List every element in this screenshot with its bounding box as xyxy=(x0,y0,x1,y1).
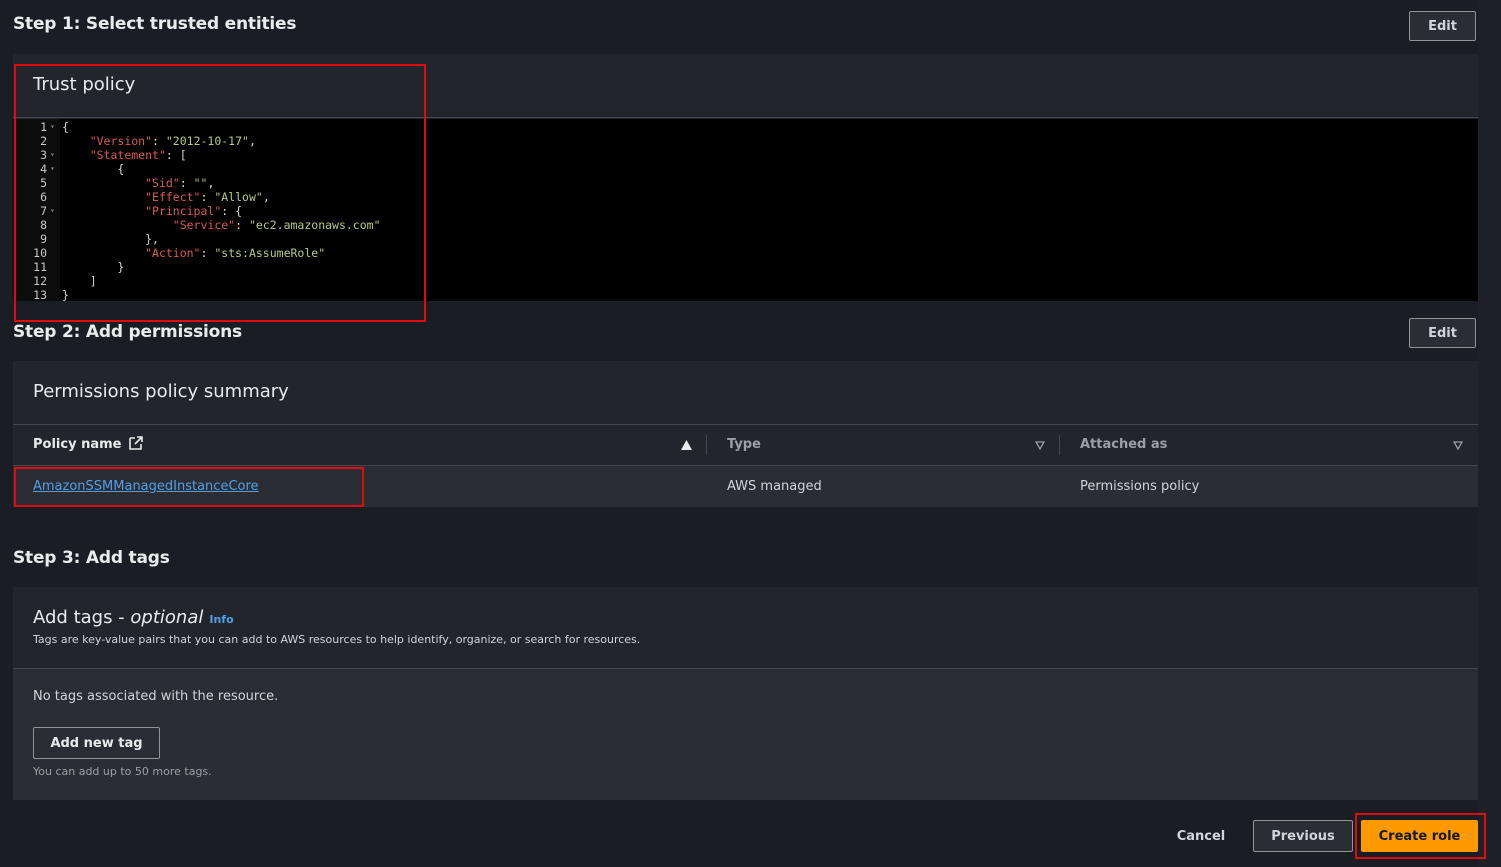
no-tags-message: No tags associated with the resource. xyxy=(33,689,279,704)
add-tags-description: Tags are key-value pairs that you can ad… xyxy=(33,633,641,646)
policy-name-link[interactable]: AmazonSSMManagedInstanceCore xyxy=(33,466,259,507)
add-tags-panel: Add tags - optional Info Tags are key-val… xyxy=(13,587,1478,800)
step2-title: Step 2: Add permissions xyxy=(13,322,242,342)
sort-descending-icon[interactable] xyxy=(1035,441,1045,450)
previous-button[interactable]: Previous xyxy=(1253,820,1353,852)
column-header-type[interactable]: Type xyxy=(727,425,761,465)
code-text: ] xyxy=(89,274,97,288)
line-number: 7 xyxy=(40,204,47,218)
line-number: 10 xyxy=(33,246,47,260)
code-text: { xyxy=(62,120,69,134)
step3-title: Step 3: Add tags xyxy=(13,548,170,568)
code-line: 10 "Action": "sts:AssumeRole" xyxy=(13,246,1478,260)
code-text: { xyxy=(117,162,125,176)
code-line: 12 ] xyxy=(13,274,1478,288)
step1-edit-button[interactable]: Edit xyxy=(1409,11,1476,41)
line-number: 11 xyxy=(33,260,47,274)
cancel-button[interactable]: Cancel xyxy=(1172,820,1230,852)
policy-attached-as-cell: Permissions policy xyxy=(1080,479,1200,494)
fold-toggle-icon[interactable]: ▾ xyxy=(50,162,55,176)
step1-title: Step 1: Select trusted entities xyxy=(13,14,297,34)
code-line: 11 } xyxy=(13,260,1478,274)
policy-type-cell: AWS managed xyxy=(727,479,822,494)
fold-toggle-icon[interactable]: ▾ xyxy=(50,120,55,134)
column-divider xyxy=(1059,435,1060,455)
code-line: 4 ▾ { xyxy=(13,162,1478,176)
trust-policy-panel: Trust policy 1 ▾{2 "Version": "2012-10-17… xyxy=(13,54,1478,302)
table-row: AmazonSSMManagedInstanceCore AWS managed… xyxy=(13,466,1478,507)
code-line: 7 ▾ "Principal": { xyxy=(13,204,1478,218)
external-link-icon xyxy=(129,436,143,450)
add-tags-title: Add tags - optional Info xyxy=(33,607,234,628)
code-text: "Principal": { xyxy=(145,204,243,218)
line-number: 1 xyxy=(40,120,47,134)
create-role-button[interactable]: Create role xyxy=(1361,820,1478,852)
code-line: 9 }, xyxy=(13,232,1478,246)
code-line: 3 ▾ "Statement": [ xyxy=(13,148,1478,162)
fold-toggle-icon[interactable]: ▾ xyxy=(50,204,55,218)
code-line: 8 "Service": "ec2.amazonaws.com" xyxy=(13,218,1478,232)
code-text: } xyxy=(117,260,125,274)
code-text: "Service": "ec2.amazonaws.com" xyxy=(172,218,381,232)
line-number: 4 xyxy=(40,162,47,176)
code-text: "Action": "sts:AssumeRole" xyxy=(145,246,326,260)
code-line: 6 "Effect": "Allow", xyxy=(13,190,1478,204)
line-number: 6 xyxy=(40,190,47,204)
code-text: "Effect": "Allow", xyxy=(145,190,270,204)
fold-toggle-icon[interactable]: ▾ xyxy=(50,148,55,162)
code-text: }, xyxy=(145,232,159,246)
line-number: 13 xyxy=(33,288,47,302)
page-right-gutter xyxy=(1478,0,1501,867)
line-number: 5 xyxy=(40,176,47,190)
sort-descending-icon[interactable] xyxy=(1453,441,1463,450)
code-text: "Sid": "", xyxy=(145,176,215,190)
add-new-tag-button[interactable]: Add new tag xyxy=(33,727,160,759)
step2-edit-button[interactable]: Edit xyxy=(1409,318,1476,348)
code-text: "Statement": [ xyxy=(89,148,187,162)
code-line: 1 ▾ { xyxy=(13,120,1478,134)
line-number: 3 xyxy=(40,148,47,162)
code-line: 2 "Version": "2012-10-17", xyxy=(13,134,1478,148)
code-line: 5 "Sid": "", xyxy=(13,176,1478,190)
permissions-summary-title: Permissions policy summary xyxy=(13,361,1478,425)
info-link[interactable]: Info xyxy=(209,613,233,626)
permissions-table-header: Policy name Type Attached as xyxy=(13,425,1478,466)
trust-policy-editor[interactable]: 1 ▾{2 "Version": "2012-10-17", 3 ▾ "Stateme… xyxy=(13,119,1478,302)
tags-limit-hint: You can add up to 50 more tags. xyxy=(33,765,212,778)
line-number: 2 xyxy=(40,134,47,148)
code-text: } xyxy=(62,288,69,302)
permissions-summary-panel: Permissions policy summary Policy name T… xyxy=(13,361,1478,507)
line-number: 8 xyxy=(40,218,47,232)
code-text: "Version": "2012-10-17", xyxy=(89,134,256,148)
sort-ascending-icon[interactable] xyxy=(681,440,692,450)
column-header-attached-as[interactable]: Attached as xyxy=(1080,425,1167,465)
column-header-policy-name[interactable]: Policy name xyxy=(33,425,143,465)
trust-policy-title: Trust policy xyxy=(13,54,1478,118)
line-number: 12 xyxy=(33,274,47,288)
line-number: 9 xyxy=(40,232,47,246)
column-divider xyxy=(706,435,707,455)
code-line: 13} xyxy=(13,288,1478,302)
